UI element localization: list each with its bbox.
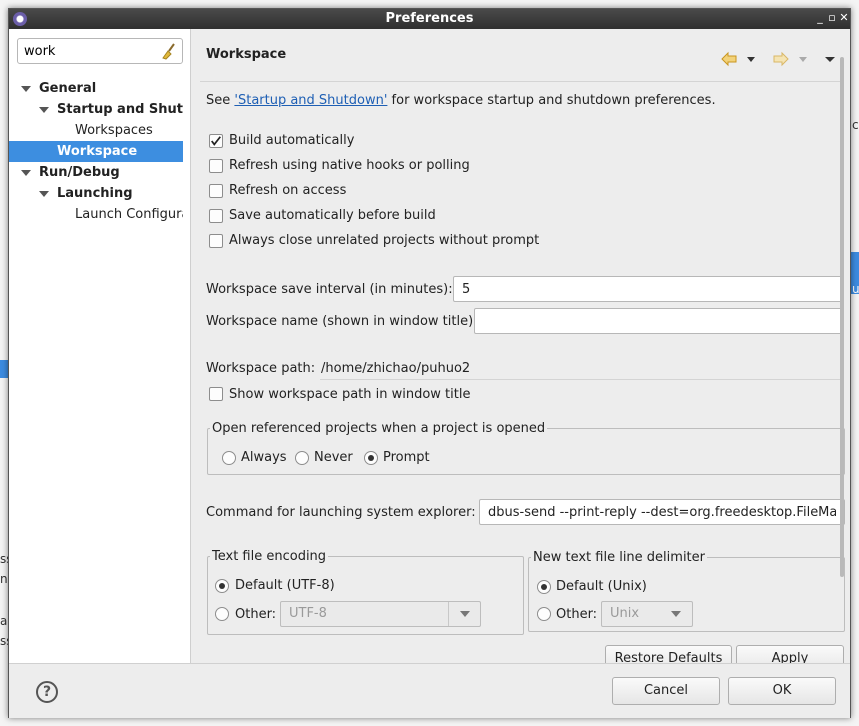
open-referenced-legend: Open referenced projects when a project … xyxy=(212,421,546,436)
workspace-path-label: Workspace path: xyxy=(206,361,316,376)
encoding-other-label: Other: xyxy=(235,607,277,622)
view-menu-icon[interactable] xyxy=(824,51,836,67)
tree-item-label: Launch Configurations xyxy=(75,207,183,222)
explorer-command-label: Command for launching system explorer: xyxy=(206,505,476,520)
preference-page: Workspace See 'Startup and Shutdown' for… xyxy=(192,29,850,673)
encoding-select-value: UTF-8 xyxy=(289,606,327,621)
background-text: c xyxy=(852,118,859,132)
checkbox-label: Refresh on access xyxy=(229,183,347,198)
background-text: a xyxy=(0,614,8,628)
open-referenced-radio[interactable] xyxy=(364,451,378,465)
preference-tree-panel: General Startup and Shutdown Workspaces Wor… xyxy=(9,29,191,663)
save-interval-label: Workspace save interval (in minutes): xyxy=(206,282,453,297)
tree-item[interactable]: Launch Configurations xyxy=(9,204,183,225)
chevron-down-icon xyxy=(448,602,480,626)
see-startup-text: See 'Startup and Shutdown' for workspace… xyxy=(206,93,716,108)
startup-shutdown-link[interactable]: 'Startup and Shutdown' xyxy=(234,93,387,108)
checkbox[interactable] xyxy=(209,234,223,248)
open-referenced-radio[interactable] xyxy=(222,451,236,465)
close-icon[interactable]: ✕ xyxy=(838,11,850,25)
ok-button[interactable]: OK xyxy=(728,677,836,705)
open-referenced-radio-label: Always xyxy=(241,450,287,465)
workspace-path-value: /home/zhichao/puhuo2 xyxy=(321,361,471,376)
maximize-icon[interactable]: ▫ xyxy=(826,11,838,25)
tree-item-label: Startup and Shutdown xyxy=(57,102,183,117)
see-suffix: for workspace startup and shutdown prefe… xyxy=(387,93,716,108)
tree-item-label: Workspaces xyxy=(75,123,153,138)
checkbox-label: Refresh using native hooks or polling xyxy=(229,158,470,173)
checkbox[interactable] xyxy=(209,134,223,148)
show-path-label: Show workspace path in window title xyxy=(229,387,471,402)
expand-arrow-icon[interactable] xyxy=(21,168,31,178)
tree-item[interactable]: Launching xyxy=(9,183,183,204)
checkbox-label: Save automatically before build xyxy=(229,208,436,223)
chevron-down-icon xyxy=(660,602,692,626)
delimiter-select-value: Unix xyxy=(610,606,640,621)
see-prefix: See xyxy=(206,93,235,108)
tree-item-label: General xyxy=(39,81,97,96)
checkbox[interactable] xyxy=(209,209,223,223)
encoding-default-radio[interactable] xyxy=(215,579,229,593)
help-icon[interactable]: ? xyxy=(36,681,58,703)
workspace-path-underline xyxy=(320,379,840,380)
dialog-button-bar: ? Cancel OK xyxy=(9,663,850,718)
tree-item[interactable]: Workspace xyxy=(9,141,183,162)
tree-item[interactable]: General xyxy=(9,78,183,99)
background-text: u xyxy=(852,282,859,296)
tree-item-label: Run/Debug xyxy=(39,165,120,180)
back-history-dropdown-icon[interactable] xyxy=(746,51,756,67)
minimize-icon[interactable]: _ xyxy=(814,11,826,25)
tree-item[interactable]: Workspaces xyxy=(9,120,183,141)
workspace-name-field[interactable] xyxy=(474,308,843,334)
preferences-dialog: Preferences _ ▫ ✕ General Startup and Shu… xyxy=(8,8,851,718)
expand-arrow-icon[interactable] xyxy=(39,189,49,199)
background-selection xyxy=(0,360,8,378)
delimiter-default-radio[interactable] xyxy=(537,580,551,594)
delimiter-default-label: Default (Unix) xyxy=(556,579,647,594)
line-delimiter-legend: New text file line delimiter xyxy=(533,550,705,565)
expand-arrow-icon[interactable] xyxy=(21,84,31,94)
forward-arrow-icon[interactable] xyxy=(772,51,790,67)
open-referenced-radio-label: Prompt xyxy=(383,450,430,465)
open-referenced-radio[interactable] xyxy=(295,451,309,465)
back-arrow-icon[interactable] xyxy=(720,51,738,67)
encoding-select[interactable]: UTF-8 xyxy=(280,601,481,627)
checkbox-label: Always close unrelated projects without … xyxy=(229,233,540,248)
checkbox[interactable] xyxy=(209,184,223,198)
expand-arrow-icon[interactable] xyxy=(39,105,49,115)
vertical-scrollbar[interactable] xyxy=(840,57,844,577)
text-encoding-legend: Text file encoding xyxy=(212,549,327,564)
tree-item[interactable]: Startup and Shutdown xyxy=(9,99,183,120)
forward-history-dropdown-icon[interactable] xyxy=(798,51,808,67)
tree-item-label: Workspace xyxy=(57,144,138,159)
checkbox-label: Build automatically xyxy=(229,133,355,148)
page-content: See 'Startup and Shutdown' for workspace… xyxy=(192,89,850,673)
delimiter-select[interactable]: Unix xyxy=(601,601,693,627)
tree-item[interactable]: Run/Debug xyxy=(9,162,183,183)
window-title: Preferences xyxy=(385,11,474,26)
delimiter-other-label: Other: xyxy=(556,607,598,622)
workspace-name-label: Workspace name (shown in window title): xyxy=(206,314,478,329)
checkmark-icon xyxy=(211,136,221,146)
cancel-button[interactable]: Cancel xyxy=(612,677,720,705)
explorer-command-field[interactable] xyxy=(479,499,845,525)
header-separator xyxy=(200,81,840,82)
checkbox[interactable] xyxy=(209,159,223,173)
page-title: Workspace xyxy=(206,47,287,62)
save-interval-field[interactable] xyxy=(453,276,843,302)
filter-box[interactable] xyxy=(17,38,183,64)
filter-input[interactable] xyxy=(24,42,154,60)
encoding-default-label: Default (UTF-8) xyxy=(235,578,335,593)
clear-filter-icon[interactable] xyxy=(160,42,176,60)
open-referenced-radio-label: Never xyxy=(314,450,353,465)
tree-item-label: Launching xyxy=(57,186,133,201)
encoding-other-radio[interactable] xyxy=(215,607,229,621)
open-referenced-group: Open referenced projects when a project … xyxy=(207,421,845,475)
delimiter-other-radio[interactable] xyxy=(537,607,551,621)
title-bar[interactable]: Preferences _ ▫ ✕ xyxy=(9,9,850,29)
show-path-checkbox[interactable] xyxy=(209,387,223,401)
